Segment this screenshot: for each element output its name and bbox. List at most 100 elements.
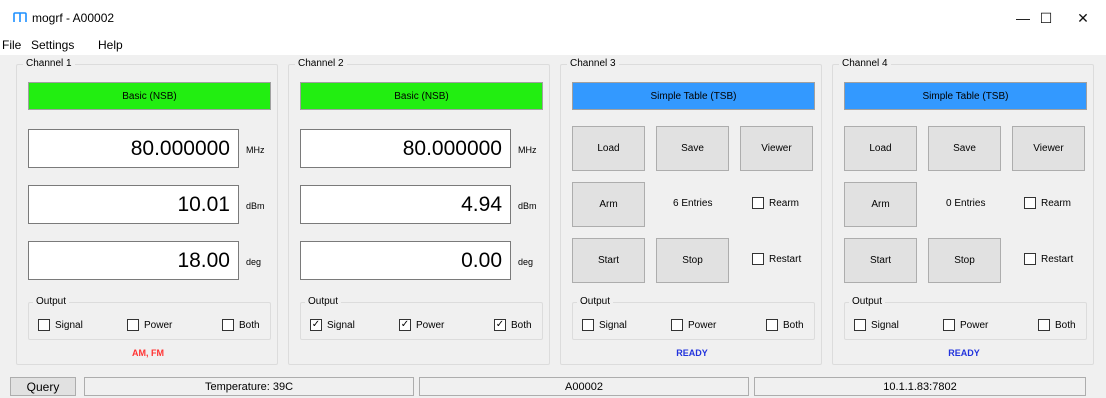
checkmark-icon[interactable]: ✓ [310,319,322,331]
channel-3-mode-button[interactable]: Simple Table (TSB) [572,82,815,110]
checkbox-box[interactable] [766,319,778,331]
serial-field: A00002 [419,377,749,396]
channel-4-viewer-button[interactable]: Viewer [1012,126,1085,171]
channel-1-output-label: Output [33,296,70,308]
menu-bar: File Settings Help [0,36,1106,55]
checkbox-box[interactable] [38,319,50,331]
channel-4-save-button[interactable]: Save [928,126,1001,171]
channel-1-mode-button[interactable]: Basic (NSB) [28,82,271,110]
channel-3-restart-checkbox[interactable]: Restart [752,253,801,265]
channel-3-both-checkbox[interactable]: Both [766,319,804,331]
channel-1-signal-checkbox[interactable]: Signal [38,319,83,331]
checkbox-label: Both [239,319,260,331]
channel-3-save-button[interactable]: Save [656,126,729,171]
channel-2-phase-unit: deg [518,257,534,267]
channel-1-frequency-unit: MHz [246,145,265,155]
channel-1-power-input[interactable]: 10.01 [28,185,239,224]
checkbox-box[interactable] [752,197,764,209]
address-field: 10.1.1.83:7802 [754,377,1086,396]
channel-4-stop-button[interactable]: Stop [928,238,1001,283]
channel-4-rearm-checkbox[interactable]: Rearm [1024,197,1071,209]
channel-2-power-unit: dBm [518,201,537,211]
checkbox-label: Both [1055,319,1076,331]
checkbox-label: Signal [599,319,627,331]
channel-2-output-label: Output [305,296,342,308]
channel-4-title: Channel 4 [839,58,891,70]
checkbox-label: Rearm [1041,197,1072,209]
channel-1-frequency-input[interactable]: 80.000000 [28,129,239,168]
checkbox-box[interactable] [222,319,234,331]
checkbox-box[interactable] [752,253,764,265]
channel-2-panel: Channel 2 Basic (NSB) 80.000000 MHz 4.94… [288,58,550,365]
title-bar: mogrf - A00002 — ☐ ✕ [0,0,1106,36]
checkbox-label: Power [144,319,173,331]
channel-3-signal-checkbox[interactable]: Signal [582,319,627,331]
channel-4-entries-count: 0 Entries [946,198,986,209]
checkbox-label: Signal [871,319,899,331]
channel-3-start-button[interactable]: Start [572,238,645,283]
checkbox-box[interactable] [582,319,594,331]
checkbox-box[interactable] [1038,319,1050,331]
channel-2-phase-input[interactable]: 0.00 [300,241,511,280]
checkmark-icon[interactable]: ✓ [399,319,411,331]
channel-1-phase-input[interactable]: 18.00 [28,241,239,280]
channel-4-arm-button[interactable]: Arm [844,182,917,227]
checkbox-label: Power [416,319,445,331]
checkbox-label: Both [783,319,804,331]
menu-file[interactable]: File [2,38,21,52]
channel-2-frequency-unit: MHz [518,145,537,155]
channel-4-panel: Channel 4 Simple Table (TSB) Load Save V… [832,58,1094,365]
menu-help[interactable]: Help [98,38,123,52]
channel-3-viewer-button[interactable]: Viewer [740,126,813,171]
channel-1-title: Channel 1 [23,58,75,70]
channel-4-power-checkbox[interactable]: Power [943,319,988,331]
channel-3-output-label: Output [577,296,614,308]
channel-1-power-checkbox[interactable]: Power [127,319,172,331]
window-title: mogrf - A00002 [32,11,115,25]
channel-3-output-group: Output Signal Power Both [572,296,815,340]
checkbox-box[interactable] [671,319,683,331]
checkbox-box[interactable] [1024,197,1036,209]
channel-3-status: READY [676,348,708,358]
channel-3-rearm-checkbox[interactable]: Rearm [752,197,799,209]
channel-1-output-group: Output Signal Power Both [28,296,271,340]
checkbox-box[interactable] [1024,253,1036,265]
temperature-field: Temperature: 39C [84,377,414,396]
channel-3-load-button[interactable]: Load [572,126,645,171]
channel-3-power-checkbox[interactable]: Power [671,319,716,331]
checkbox-label: Both [511,319,532,331]
checkmark-icon[interactable]: ✓ [494,319,506,331]
channel-4-restart-checkbox[interactable]: Restart [1024,253,1073,265]
checkbox-box[interactable] [127,319,139,331]
channel-3-arm-button[interactable]: Arm [572,182,645,227]
close-button[interactable]: ✕ [1060,0,1106,36]
channel-4-output-group: Output Signal Power Both [844,296,1087,340]
channel-1-phase-unit: deg [246,257,262,267]
channel-4-signal-checkbox[interactable]: Signal [854,319,899,331]
checkbox-box[interactable] [854,319,866,331]
channel-2-frequency-input[interactable]: 80.000000 [300,129,511,168]
channel-4-both-checkbox[interactable]: Both [1038,319,1076,331]
channel-2-power-checkbox[interactable]: ✓ Power [399,319,444,331]
channel-3-stop-button[interactable]: Stop [656,238,729,283]
channel-1-status: AM, FM [132,348,164,358]
checkbox-label: Rearm [769,197,800,209]
checkbox-label: Restart [1041,253,1074,265]
query-button[interactable]: Query [10,377,76,396]
channel-4-mode-button[interactable]: Simple Table (TSB) [844,82,1087,110]
channel-2-power-input[interactable]: 4.94 [300,185,511,224]
channel-3-title: Channel 3 [567,58,619,70]
channel-2-title: Channel 2 [295,58,347,70]
checkbox-box[interactable] [943,319,955,331]
channel-4-load-button[interactable]: Load [844,126,917,171]
menu-settings[interactable]: Settings [31,38,74,52]
channel-4-start-button[interactable]: Start [844,238,917,283]
checkbox-label: Signal [55,319,83,331]
channel-3-panel: Channel 3 Simple Table (TSB) Load Save V… [560,58,822,365]
channel-2-signal-checkbox[interactable]: ✓ Signal [310,319,355,331]
channel-2-output-group: Output ✓ Signal ✓ Power ✓ Both [300,296,543,340]
channel-2-mode-button[interactable]: Basic (NSB) [300,82,543,110]
channel-2-both-checkbox[interactable]: ✓ Both [494,319,532,331]
channel-1-both-checkbox[interactable]: Both [222,319,260,331]
app-icon [13,12,27,22]
